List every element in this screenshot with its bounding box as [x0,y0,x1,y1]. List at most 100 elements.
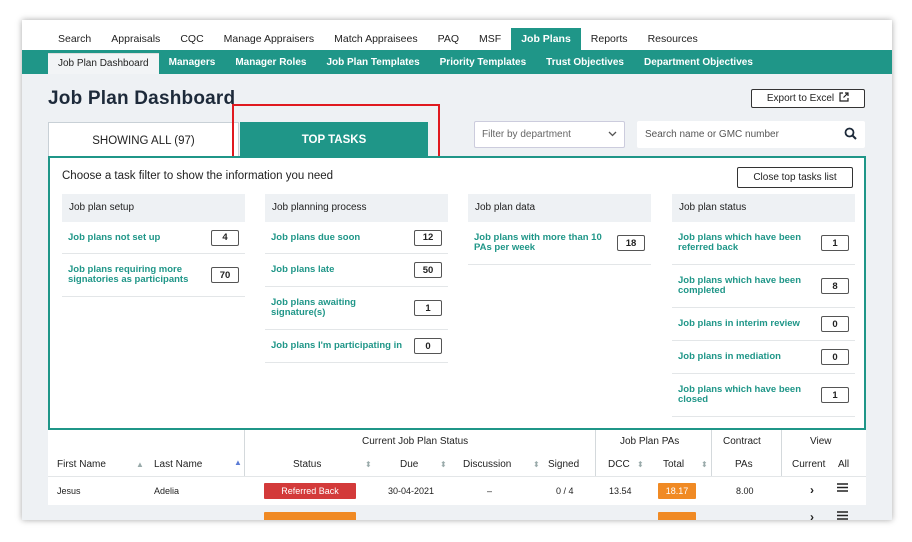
table-row[interactable]: Jesus Adelia Referred Back 30-04-2021 – … [48,476,866,504]
sort-asc-icon[interactable]: ▲ [234,458,242,467]
subnav-job-plan-templates[interactable]: Job Plan Templates [316,53,429,74]
topnav-cqc[interactable]: CQC [170,28,213,50]
top-tasks-panel: Choose a task filter to show the informa… [48,156,866,430]
subnav-department-objectives[interactable]: Department Objectives [634,53,763,74]
chevron-right-icon[interactable]: › [810,483,814,497]
task-filter-row[interactable]: Job plans requiring more signatories as … [62,254,245,297]
header-status[interactable]: Status [293,459,321,470]
task-filter-row[interactable]: Job plans in mediation 0 [672,341,855,374]
task-filter-count: 70 [211,267,239,283]
subnav-trust-objectives[interactable]: Trust Objectives [536,53,634,74]
sort-icon[interactable]: ⬍ [701,460,708,469]
task-filter-label: Job plans I'm participating in [271,340,403,351]
cell-last-name: Adelia [154,486,180,496]
sort-icon[interactable]: ⬍ [365,460,372,469]
header-first-name[interactable]: First Name [57,459,106,470]
sort-icon[interactable]: ⬍ [440,460,447,469]
menu-icon[interactable] [837,482,848,495]
sort-icon[interactable]: ⬍ [637,460,644,469]
header-due[interactable]: Due [400,459,418,470]
task-filter-count: 4 [211,229,239,246]
task-filter-row[interactable]: Job plans due soon 12 [265,222,448,254]
topnav-resources[interactable]: Resources [638,28,708,50]
task-filter-row[interactable]: Job plans I'm participating in 0 [265,330,448,363]
app-window: Search Appraisals CQC Manage Appraisers … [22,20,892,520]
search-placeholder: Search name or GMC number [645,129,779,140]
task-filter-count: 8 [821,278,849,294]
total-badge: 18.17 [658,483,696,499]
task-filter-label: Job plans not set up [68,231,161,243]
topnav-reports[interactable]: Reports [581,28,638,50]
header-signed[interactable]: Signed [548,459,579,470]
header-pas[interactable]: PAs [735,459,753,470]
column-heading: Job planning process [265,194,448,222]
task-filter-count: 50 [414,262,442,278]
search-input[interactable]: Search name or GMC number [637,121,865,148]
task-filter-label: Job plans in interim review [678,318,800,329]
department-filter-select[interactable]: Filter by department [474,121,625,148]
topnav-search[interactable]: Search [48,28,101,50]
header-dcc[interactable]: DCC [608,459,630,470]
header-all: All [838,459,850,470]
task-filter-label: Job plans awaiting signature(s) [271,297,356,318]
chevron-right-icon[interactable]: › [810,510,814,520]
group-header-status: Current Job Plan Status [362,436,469,447]
task-filter-row[interactable]: Job plans which have been completed 8 [672,265,855,308]
task-filter-row[interactable]: Job plans awaiting signature(s) 1 [265,287,448,330]
export-label: Export to Excel [766,93,835,104]
subnav-job-plan-dashboard[interactable]: Job Plan Dashboard [48,53,159,74]
task-filter-label: Job plans which have been referred back [678,232,802,253]
subnav-manager-roles[interactable]: Manager Roles [225,53,316,74]
task-filter-count: 12 [414,229,442,246]
subnav-priority-templates[interactable]: Priority Templates [430,53,537,74]
header-last-name[interactable]: Last Name [154,459,202,470]
task-filter-label: Job plans with more than 10 PAs per week [474,232,602,253]
task-filter-count: 0 [821,316,849,332]
panel-prompt: Choose a task filter to show the informa… [62,170,334,182]
job-plans-table: Current Job Plan Status Job Plan PAs Con… [48,430,866,520]
header-current: Current [792,459,826,470]
topnav-msf[interactable]: MSF [469,28,511,50]
top-navigation: Search Appraisals CQC Manage Appraisers … [22,20,892,50]
subnav-managers[interactable]: Managers [159,53,226,74]
group-header-view: View [810,436,832,447]
topnav-appraisals[interactable]: Appraisals [101,28,170,50]
task-filter-row[interactable]: Job plans which have been closed 1 [672,374,855,417]
task-filter-row[interactable]: Job plans which have been referred back … [672,222,855,265]
export-to-excel-button[interactable]: Export to Excel [751,89,865,108]
task-filter-row[interactable]: Job plans not set up 4 [62,222,245,254]
cell-discussion: – [487,486,493,496]
sort-icon[interactable]: ▲ [136,460,144,469]
group-header-contract: Contract [723,436,761,447]
tab-showing-all[interactable]: SHOWING ALL (97) [48,122,239,158]
status-badge [264,512,356,520]
menu-icon[interactable] [837,510,848,520]
topnav-manage-appraisers[interactable]: Manage Appraisers [214,28,324,50]
sort-icon[interactable]: ⬍ [533,460,540,469]
table-row[interactable]: › [48,505,866,520]
tab-top-tasks[interactable]: TOP TASKS [240,122,428,158]
task-filter-label: Job plans in mediation [678,351,781,362]
task-filter-count: 0 [414,338,442,354]
cell-signed: 0 / 4 [556,486,574,496]
task-filter-label: Job plans late [271,264,335,275]
close-top-tasks-button[interactable]: Close top tasks list [737,167,853,188]
task-filter-count: 1 [414,300,442,316]
header-discussion[interactable]: Discussion [463,459,511,470]
cell-due: 30-04-2021 [388,486,435,496]
filter-placeholder: Filter by department [482,129,571,140]
topnav-job-plans[interactable]: Job Plans [511,28,581,50]
topnav-paq[interactable]: PAQ [428,28,469,50]
topnav-match-appraisees[interactable]: Match Appraisees [324,28,427,50]
column-heading: Job plan setup [62,194,245,222]
cell-first-name: Jesus [57,486,81,496]
task-filter-row[interactable]: Job plans in interim review 0 [672,308,855,341]
task-filter-count: 1 [821,235,849,251]
search-icon[interactable] [844,127,857,143]
task-filter-row[interactable]: Job plans with more than 10 PAs per week… [468,222,651,265]
task-column-data: Job plan data Job plans with more than 1… [468,194,651,265]
group-header-pas: Job Plan PAs [620,436,680,447]
header-total[interactable]: Total [663,459,684,470]
task-column-setup: Job plan setup Job plans not set up 4 Jo… [62,194,245,297]
task-filter-row[interactable]: Job plans late 50 [265,254,448,287]
